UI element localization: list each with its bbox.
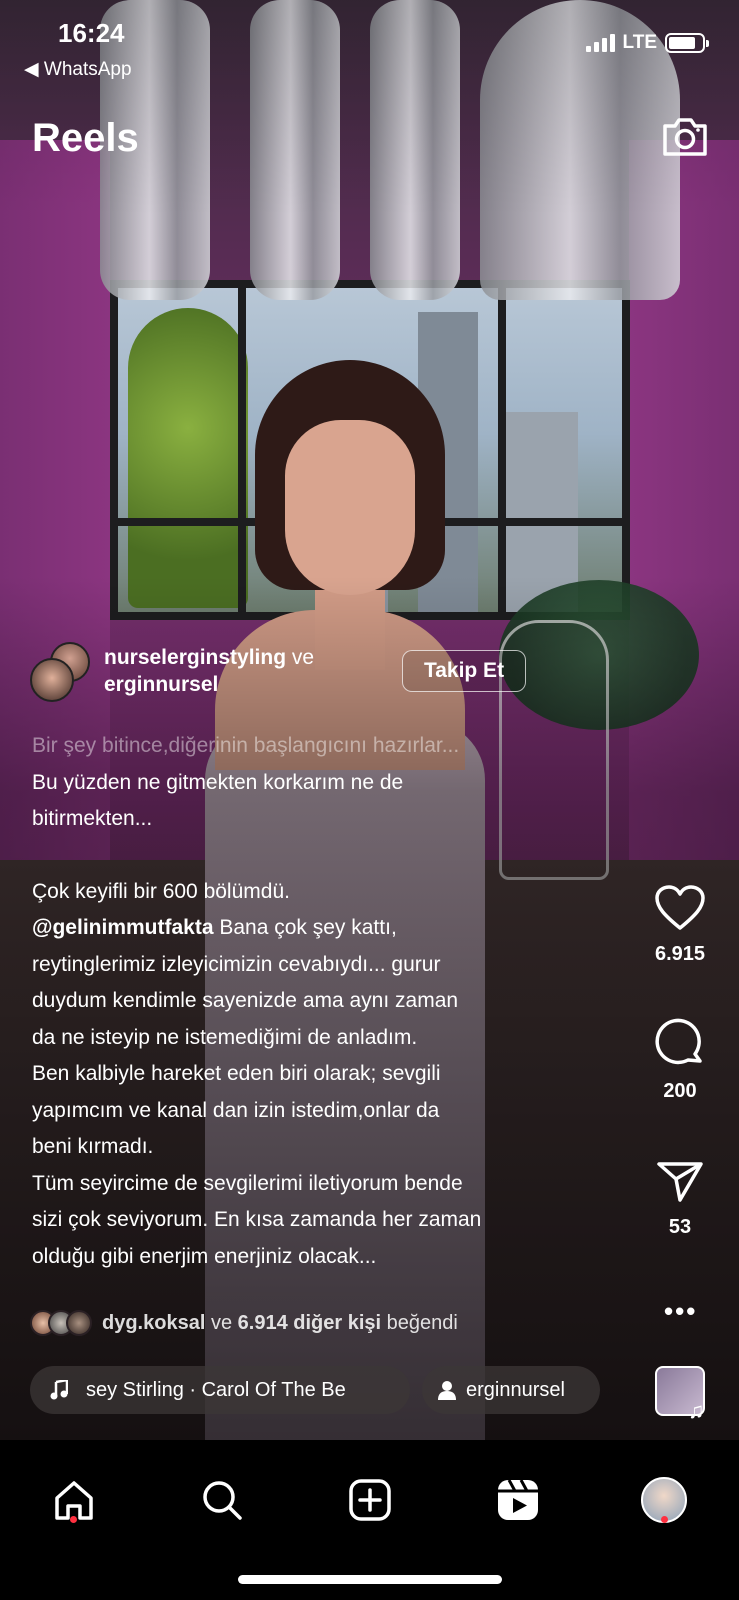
caption-text: Bu yüzden ne gitmekten korkarım ne de bi… xyxy=(32,770,404,831)
battery-icon xyxy=(665,33,709,53)
music-note-icon: ♫ xyxy=(688,1398,705,1423)
search-icon[interactable] xyxy=(192,1470,252,1530)
author-name[interactable]: erginnursel xyxy=(104,673,218,696)
status-time: 16:24 xyxy=(58,18,125,48)
like-count[interactable]: 6.915 xyxy=(655,943,705,965)
caption-text: Ben kalbiyle hareket eden biri olarak; s… xyxy=(32,1062,441,1158)
like-action[interactable]: 6.915 xyxy=(640,885,720,966)
caption-text: Tüm seyircime de sevgilerimi iletiyorum … xyxy=(32,1171,482,1268)
follow-button[interactable]: Takip Et xyxy=(402,650,526,692)
audio-track: sey Stirling · Carol Of The Be xyxy=(86,1378,346,1401)
camera-icon[interactable] xyxy=(661,114,709,158)
send-icon[interactable] xyxy=(656,1160,704,1204)
author-avatars[interactable] xyxy=(30,638,96,704)
caption-mention[interactable]: @gelinimmutfakta xyxy=(32,916,214,939)
liked-by-suffix: beğendi xyxy=(381,1311,458,1334)
create-icon[interactable] xyxy=(340,1470,400,1530)
tagged-user-pill[interactable]: erginnursel xyxy=(422,1366,600,1414)
reels-icon[interactable] xyxy=(488,1470,548,1530)
share-action[interactable]: 53 xyxy=(640,1160,720,1239)
music-note-icon xyxy=(50,1380,68,1400)
notification-dot xyxy=(661,1516,668,1523)
tagged-user-name: erginnursel xyxy=(466,1378,565,1401)
comment-icon[interactable] xyxy=(655,1018,705,1068)
status-indicators: LTE xyxy=(585,32,709,54)
signal-icon xyxy=(585,34,615,52)
notification-dot xyxy=(70,1516,77,1523)
share-count[interactable]: 53 xyxy=(669,1216,691,1238)
liked-by-row[interactable]: dyg.koksal ve 6.914 diğer kişi beğendi xyxy=(30,1310,458,1336)
heart-icon[interactable] xyxy=(654,885,706,931)
home-indicator[interactable] xyxy=(238,1575,502,1584)
caption-faded-line: Bir şey bitince,diğerinin başlangıcını h… xyxy=(32,734,460,757)
back-to-app[interactable]: ◀ WhatsApp xyxy=(24,58,132,81)
comment-count[interactable]: 200 xyxy=(663,1080,696,1102)
caption[interactable]: Bir şey bitince,diğerinin başlangıcını h… xyxy=(32,728,622,1275)
audio-pill[interactable]: sey Stirling · Carol Of The Be xyxy=(30,1366,410,1414)
liked-by-user[interactable]: dyg.koksal xyxy=(102,1312,205,1335)
page-title: Reels xyxy=(32,116,139,160)
liked-by-and: ve xyxy=(205,1311,238,1334)
author-row[interactable]: nurselerginstyling ve erginnursel xyxy=(30,638,314,704)
person-icon xyxy=(438,1381,456,1400)
comment-action[interactable]: 200 xyxy=(640,1018,720,1103)
network-label: LTE xyxy=(622,32,657,53)
liked-by-avatars xyxy=(30,1310,92,1336)
more-options-icon[interactable]: ••• xyxy=(664,1296,697,1327)
caption-text: Çok keyifli bir 600 bölümdü. xyxy=(32,879,290,903)
author-conjunction: ve xyxy=(286,646,315,669)
avatar xyxy=(30,658,74,702)
author-name[interactable]: nurselerginstyling xyxy=(104,646,286,669)
liked-by-others[interactable]: 6.914 diğer kişi xyxy=(238,1312,381,1335)
